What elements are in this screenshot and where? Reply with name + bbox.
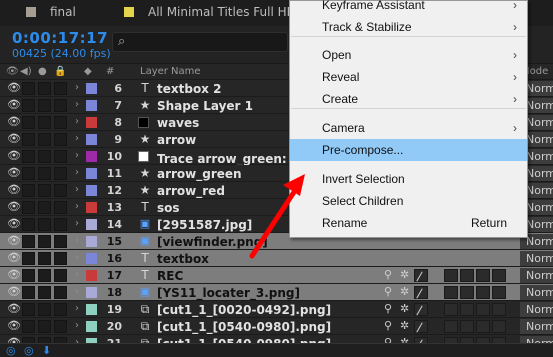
- annotation-arrow: [249, 174, 305, 259]
